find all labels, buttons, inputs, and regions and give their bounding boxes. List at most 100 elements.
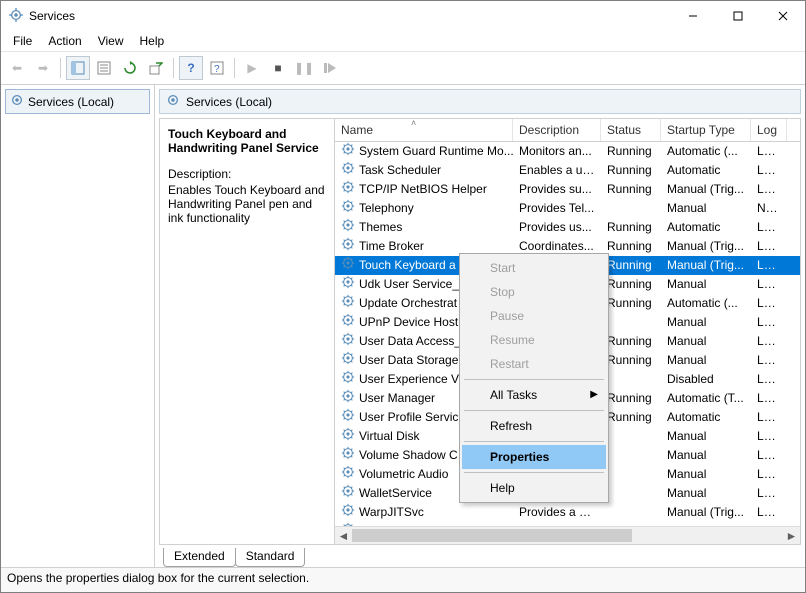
cell-startup-type: Automatic (...: [661, 294, 751, 313]
tree-root-services-local[interactable]: Services (Local): [5, 89, 150, 114]
menu-help[interactable]: Help: [132, 32, 173, 50]
cell-name: Telephony: [335, 199, 513, 218]
restart-service-button[interactable]: [318, 56, 342, 80]
cell-log-on-as: Loca: [751, 408, 787, 427]
cm-restart[interactable]: Restart: [462, 352, 606, 376]
table-row[interactable]: Task SchedulerEnables a us...RunningAuto…: [335, 161, 800, 180]
view-tabs: Extended Standard: [159, 547, 801, 567]
column-startup-type[interactable]: Startup Type: [661, 119, 751, 141]
show-hide-tree-button[interactable]: [66, 56, 90, 80]
pause-service-button[interactable]: ❚❚: [292, 56, 316, 80]
cell-log-on-as: Loca: [751, 427, 787, 446]
service-gear-icon: [341, 446, 355, 465]
status-bar: Opens the properties dialog box for the …: [1, 567, 805, 592]
cm-separator: [464, 410, 604, 411]
stop-service-button[interactable]: ■: [266, 56, 290, 80]
cell-startup-type: Manual: [661, 522, 751, 526]
scroll-thumb[interactable]: [352, 529, 632, 542]
scroll-track[interactable]: [352, 527, 783, 544]
cell-log-on-as: Loca: [751, 313, 787, 332]
cm-help[interactable]: Help: [462, 476, 606, 500]
service-name: WalletService: [359, 484, 432, 503]
service-name: Time Broker: [359, 237, 424, 256]
cm-start[interactable]: Start: [462, 256, 606, 280]
minimize-button[interactable]: [670, 1, 715, 31]
menu-file[interactable]: File: [5, 32, 40, 50]
back-button[interactable]: ⬅: [5, 56, 29, 80]
cell-log-on-as: Loca: [751, 275, 787, 294]
cell-startup-type: Manual (Trig...: [661, 237, 751, 256]
cell-log-on-as: Loca: [751, 522, 787, 526]
service-name: Volume Shadow C: [359, 446, 458, 465]
service-gear-icon: [341, 218, 355, 237]
selected-service-title: Touch Keyboard and Handwriting Panel Ser…: [168, 127, 326, 155]
properties-button[interactable]: [92, 56, 116, 80]
horizontal-scrollbar[interactable]: ◄ ►: [335, 526, 800, 544]
cm-all-tasks[interactable]: All Tasks▶: [462, 383, 606, 407]
table-row[interactable]: System Guard Runtime Mo...Monitors an...…: [335, 142, 800, 161]
help-button[interactable]: ?: [179, 56, 203, 80]
column-status[interactable]: Status: [601, 119, 661, 141]
cell-log-on-as: Loca: [751, 370, 787, 389]
start-service-button[interactable]: ▶: [240, 56, 264, 80]
export-button[interactable]: [144, 56, 168, 80]
service-gear-icon: [341, 275, 355, 294]
cell-log-on-as: Loca: [751, 256, 787, 275]
cm-stop[interactable]: Stop: [462, 280, 606, 304]
service-gear-icon: [341, 161, 355, 180]
content: Touch Keyboard and Handwriting Panel Ser…: [159, 118, 801, 545]
cm-resume[interactable]: Resume: [462, 328, 606, 352]
table-row[interactable]: WarpJITSvcProvides a JI...Manual (Trig..…: [335, 503, 800, 522]
cell-startup-type: Manual: [661, 427, 751, 446]
tab-extended[interactable]: Extended: [163, 548, 236, 567]
column-log-on-as[interactable]: Log: [751, 119, 787, 141]
cell-status: Running: [601, 180, 661, 199]
cell-log-on-as: Loca: [751, 294, 787, 313]
menu-view[interactable]: View: [90, 32, 132, 50]
tab-standard[interactable]: Standard: [235, 548, 306, 567]
column-description[interactable]: Description: [513, 119, 601, 141]
cell-status: [601, 465, 661, 484]
cell-description: Enables a us...: [513, 161, 601, 180]
cell-status: Running: [601, 275, 661, 294]
services-list: ˄ Name Description Status Startup Type L…: [335, 119, 800, 544]
service-name: User Experience Vi: [359, 370, 462, 389]
table-row[interactable]: Web Account ManagerThis service ...Runni…: [335, 522, 800, 526]
pane-header: Services (Local): [159, 89, 801, 114]
service-name: Update Orchestrat: [359, 294, 457, 313]
table-row[interactable]: TelephonyProvides Tel...ManualNetv: [335, 199, 800, 218]
cm-properties[interactable]: Properties: [462, 445, 606, 469]
cell-description: Provides Tel...: [513, 199, 601, 218]
window-title: Services: [29, 9, 75, 23]
service-gear-icon: [341, 180, 355, 199]
forward-button[interactable]: ➡: [31, 56, 55, 80]
cell-startup-type: Automatic: [661, 218, 751, 237]
context-menu: Start Stop Pause Resume Restart All Task…: [459, 253, 609, 503]
scroll-left-button[interactable]: ◄: [335, 527, 352, 544]
cell-name: Web Account Manager: [335, 522, 513, 526]
service-name: Virtual Disk: [359, 427, 419, 446]
list-header: ˄ Name Description Status Startup Type L…: [335, 119, 800, 142]
column-name[interactable]: Name: [335, 119, 513, 141]
refresh-button[interactable]: [118, 56, 142, 80]
maximize-button[interactable]: [715, 1, 760, 31]
close-button[interactable]: [760, 1, 805, 31]
cm-pause[interactable]: Pause: [462, 304, 606, 328]
cell-status: Running: [601, 142, 661, 161]
services-window: Services File Action View Help ⬅ ➡ ? ? ▶…: [0, 0, 806, 593]
service-name: System Guard Runtime Mo...: [359, 142, 513, 161]
table-row[interactable]: TCP/IP NetBIOS HelperProvides su...Runni…: [335, 180, 800, 199]
scroll-right-button[interactable]: ►: [783, 527, 800, 544]
cell-status: Running: [601, 522, 661, 526]
cell-status: Running: [601, 218, 661, 237]
table-row[interactable]: ThemesProvides us...RunningAutomaticLoca: [335, 218, 800, 237]
cell-name: Themes: [335, 218, 513, 237]
menu-action[interactable]: Action: [40, 32, 89, 50]
list-body[interactable]: System Guard Runtime Mo...Monitors an...…: [335, 142, 800, 526]
help-topic-button[interactable]: ?: [205, 56, 229, 80]
cell-startup-type: Automatic: [661, 408, 751, 427]
service-gear-icon: [341, 465, 355, 484]
cell-status: Running: [601, 408, 661, 427]
toolbar: ⬅ ➡ ? ? ▶ ■ ❚❚: [1, 51, 805, 85]
cm-refresh[interactable]: Refresh: [462, 414, 606, 438]
